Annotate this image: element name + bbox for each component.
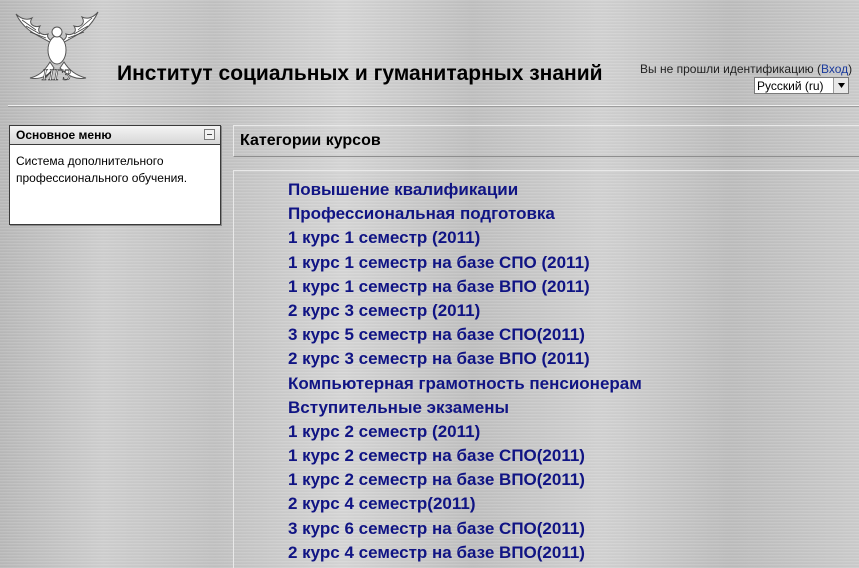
category-link[interactable]: 3 курс 6 семестр на базе СПО(2011) (288, 519, 585, 538)
category-item: 2 курс 4 семестр(2011) (288, 492, 859, 516)
category-item: 1 курс 1 семестр на базе ВПО (2011) (288, 275, 859, 299)
category-list: Повышение квалификации Профессиональная … (234, 171, 859, 565)
category-link[interactable]: 1 курс 2 семестр на базе СПО(2011) (288, 446, 585, 465)
course-categories-heading: Категории курсов (233, 125, 859, 157)
category-item: Компьютерная грамотность пенсионерам (288, 372, 859, 396)
login-link[interactable]: Вход (821, 62, 848, 76)
svg-text:ИГЗ: ИГЗ (41, 67, 71, 84)
category-link[interactable]: 3 курс 5 семестр на базе СПО(2011) (288, 325, 585, 344)
category-link[interactable]: 2 курс 4 семестр на базе ВПО(2011) (288, 543, 585, 562)
category-item: 1 курс 2 семестр на базе СПО(2011) (288, 444, 859, 468)
category-item: 3 курс 6 семестр на базе СПО(2011) (288, 517, 859, 541)
course-categories-box: Повышение квалификации Профессиональная … (233, 170, 859, 568)
category-item: Профессиональная подготовка (288, 202, 859, 226)
category-link[interactable]: Компьютерная грамотность пенсионерам (288, 374, 642, 393)
category-item: 1 курс 2 семестр на базе ВПО(2011) (288, 468, 859, 492)
category-link[interactable]: 1 курс 2 семестр (2011) (288, 422, 480, 441)
category-link[interactable]: Профессиональная подготовка (288, 204, 555, 223)
login-status-text: Вы не прошли идентификацию ( (640, 62, 821, 76)
category-item: 2 курс 4 семестр на базе ВПО(2011) (288, 541, 859, 565)
category-link[interactable]: 1 курс 1 семестр на базе СПО (2011) (288, 253, 590, 272)
category-item: Повышение квалификации (288, 178, 859, 202)
category-link[interactable]: 2 курс 3 семестр (2011) (288, 301, 480, 320)
logo-graphic: ИГЗ (15, 11, 99, 84)
category-link[interactable]: Повышение квалификации (288, 180, 518, 199)
dropdown-arrow-shape (837, 83, 845, 88)
category-item: 1 курс 1 семестр на базе СПО (2011) (288, 251, 859, 275)
collapse-icon[interactable] (204, 129, 215, 140)
phoenix-emblem-logo[interactable]: ИГЗ (12, 6, 102, 88)
header-divider (8, 105, 859, 107)
dropdown-arrow-icon[interactable] (833, 78, 848, 93)
language-select-value: Русский (ru) (757, 78, 824, 93)
category-item: Вступительные экзамены (288, 396, 859, 420)
language-select[interactable]: Русский (ru) (754, 77, 849, 94)
site-title: Институт социальных и гуманитарных знани… (117, 62, 603, 85)
main-menu-header: Основное меню (10, 126, 220, 145)
login-status-suffix: ) (848, 62, 853, 76)
category-link[interactable]: 1 курс 1 семестр (2011) (288, 228, 480, 247)
category-link[interactable]: 1 курс 2 семестр на базе ВПО(2011) (288, 470, 585, 489)
category-link[interactable]: 1 курс 1 семестр на базе ВПО (2011) (288, 277, 590, 296)
category-link[interactable]: 2 курс 4 семестр(2011) (288, 494, 476, 513)
category-item: 3 курс 5 семестр на базе СПО(2011) (288, 323, 859, 347)
login-info: Вы не прошли идентификацию (Вход) (640, 62, 852, 76)
category-item: 2 курс 3 семестр (2011) (288, 299, 859, 323)
category-item: 1 курс 2 семестр (2011) (288, 420, 859, 444)
category-link[interactable]: Вступительные экзамены (288, 398, 509, 417)
category-item: 1 курс 1 семестр (2011) (288, 226, 859, 250)
category-item: 2 курс 3 семестр на базе ВПО (2011) (288, 347, 859, 371)
main-menu-title: Основное меню (16, 128, 112, 142)
category-link[interactable]: 2 курс 3 семестр на базе ВПО (2011) (288, 349, 590, 368)
main-menu-block: Основное меню Система дополнительного пр… (9, 125, 221, 225)
main-menu-text: Система дополнительного профессиональног… (16, 154, 188, 185)
